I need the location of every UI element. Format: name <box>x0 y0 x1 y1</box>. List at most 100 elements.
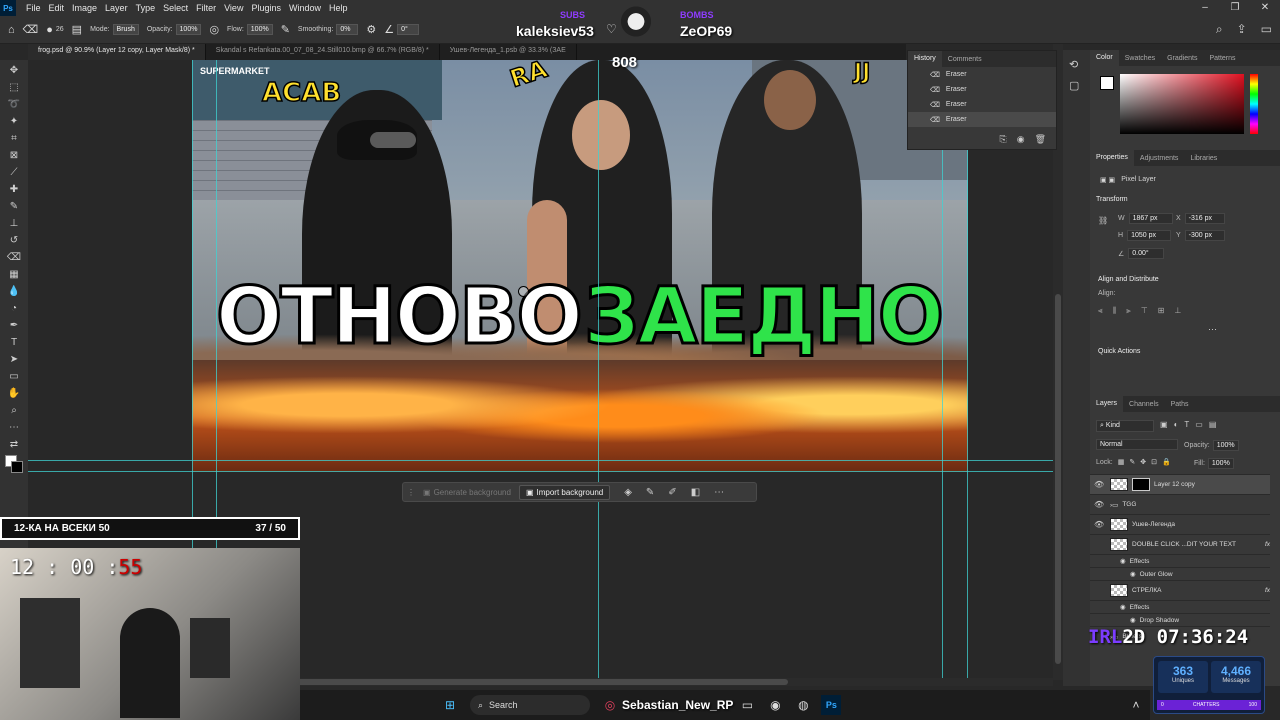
guide-vertical-4[interactable] <box>942 60 943 680</box>
eye-icon[interactable]: 👁 <box>1094 480 1106 489</box>
align-center-icon[interactable]: ⫼ <box>1113 306 1117 316</box>
menu-filter[interactable]: Filter <box>192 3 220 13</box>
snapshot-icon[interactable]: ◉ <box>1017 134 1025 145</box>
quick-select-icon[interactable]: ✦ <box>4 113 24 130</box>
new-document-from-state-icon[interactable]: ⎘ <box>1000 134 1007 145</box>
type-tool-icon[interactable]: T <box>4 334 24 351</box>
guide-vertical-3[interactable] <box>598 60 599 680</box>
effect-visibility-icon[interactable]: ◉ <box>1130 616 1136 624</box>
pressure-opacity-icon[interactable]: ◎ <box>209 23 219 36</box>
tab-skandal[interactable]: Skandal s Refankata.00_07_08_24.Still010… <box>206 44 440 60</box>
app-icon[interactable]: ◉ <box>765 695 785 715</box>
eye-icon[interactable]: 👁 <box>1094 500 1106 509</box>
menu-select[interactable]: Select <box>159 3 192 13</box>
brush-tool-icon[interactable]: ✎ <box>4 198 24 215</box>
zoom-tool-icon[interactable]: ⌕ <box>4 402 24 419</box>
gradient-tool-icon[interactable]: ▦ <box>4 266 24 283</box>
guide-vertical-5[interactable] <box>967 60 968 680</box>
shape-tool-icon[interactable]: ▭ <box>4 368 24 385</box>
tab-gradients[interactable]: Gradients <box>1161 55 1203 62</box>
tab-comments[interactable]: Comments <box>942 56 988 63</box>
smoothing-field[interactable]: 0% <box>336 24 359 35</box>
effect-visibility-icon[interactable]: ◉ <box>1130 570 1136 578</box>
align-middle-icon[interactable]: ⊞ <box>1158 306 1165 316</box>
trash-icon[interactable]: 🗑 <box>1035 134 1046 145</box>
start-icon[interactable]: ⊞ <box>440 695 460 715</box>
hue-slider[interactable] <box>1250 74 1258 134</box>
blend-mode-select[interactable]: Normal <box>1096 439 1178 450</box>
menu-edit[interactable]: Edit <box>45 3 69 13</box>
filter-smart-icon[interactable]: ▤ <box>1209 420 1217 429</box>
layer-effect-row[interactable]: ◉ Drop Shadow <box>1090 613 1270 626</box>
tab-color[interactable]: Color <box>1090 50 1119 66</box>
align-left-icon[interactable]: ⫷ <box>1098 306 1103 316</box>
more-options-icon[interactable]: ⋯ <box>714 487 724 498</box>
tab-swatches[interactable]: Swatches <box>1119 55 1161 62</box>
quick-actions-heading[interactable]: Quick Actions <box>1098 348 1140 355</box>
minimize-icon[interactable]: – <box>1190 0 1220 16</box>
eye-icon[interactable]: 👁 <box>1094 520 1106 529</box>
generate-background-button[interactable]: ▣ Generate background <box>415 488 519 497</box>
tab-properties[interactable]: Properties <box>1090 150 1134 166</box>
color-fg-swatch[interactable] <box>1100 76 1114 90</box>
lasso-tool-icon[interactable]: ➰ <box>4 96 24 113</box>
swap-colors-icon[interactable]: ⇄ <box>4 436 24 453</box>
fill-icon[interactable]: ◈ <box>624 487 632 498</box>
path-select-icon[interactable]: ➤ <box>4 351 24 368</box>
layer-mask-thumbnail[interactable] <box>1132 478 1150 491</box>
lock-paint-icon[interactable]: ✎ <box>1129 458 1135 466</box>
height-field[interactable]: 1050 px <box>1127 230 1172 241</box>
angle-field[interactable]: 0.00° <box>1128 248 1165 259</box>
tab-patterns[interactable]: Patterns <box>1203 55 1241 62</box>
lock-all-icon[interactable]: 🔒 <box>1162 458 1171 466</box>
frame-tool-icon[interactable]: ⊠ <box>4 147 24 164</box>
align-bottom-icon[interactable]: ⊥ <box>1174 306 1181 316</box>
y-field[interactable]: -300 px <box>1184 230 1225 241</box>
fx-icon[interactable]: fx <box>1265 541 1270 548</box>
tab-layers[interactable]: Layers <box>1090 396 1124 412</box>
fx-icon[interactable]: fx <box>1265 587 1270 594</box>
healing-brush-icon[interactable]: ✚ <box>4 181 24 198</box>
more-align-icon[interactable]: ⋯ <box>1208 324 1217 335</box>
menu-file[interactable]: File <box>22 3 45 13</box>
photoshop-taskbar-icon[interactable]: Ps <box>821 695 842 715</box>
layer-opacity-field[interactable]: 100% <box>1212 440 1239 451</box>
task-view-icon[interactable]: ▭ <box>737 695 757 715</box>
filter-shape-icon[interactable]: ▭ <box>1195 420 1203 429</box>
menu-window[interactable]: Window <box>285 3 325 13</box>
eraser-icon[interactable]: ⌫ <box>4 249 24 266</box>
history-row[interactable]: ⌫ Eraser <box>908 82 1056 97</box>
layer-effects-row[interactable]: ◉ Effects <box>1090 554 1270 567</box>
layer-row[interactable]: 👁 Layer 12 copy <box>1090 474 1270 494</box>
filter-type-icon[interactable]: T <box>1184 420 1189 429</box>
history-row[interactable]: ⌫ Eraser <box>908 97 1056 112</box>
search-icon[interactable]: ⌕ <box>1216 22 1223 37</box>
layer-row[interactable]: 👁 Ушев-Легенда <box>1090 514 1270 534</box>
layer-row[interactable]: СТРЕЛКА fx <box>1090 580 1270 600</box>
chrome-icon[interactable]: ◍ <box>793 695 813 715</box>
tab-adjustments[interactable]: Adjustments <box>1134 155 1185 162</box>
tab-libraries[interactable]: Libraries <box>1184 155 1223 162</box>
tab-frog[interactable]: frog.psd @ 90.9% (Layer 12 copy, Layer M… <box>28 44 206 60</box>
history-row[interactable]: ⌫ Eraser <box>908 67 1056 82</box>
filter-adjust-icon[interactable]: ◐ <box>1174 420 1179 429</box>
opacity-field[interactable]: 100% <box>175 24 202 35</box>
color-swatches[interactable] <box>3 453 25 475</box>
hand-tool-icon[interactable]: ✋ <box>4 385 24 402</box>
workspace-icon[interactable]: ▭ <box>1261 22 1272 37</box>
history-dock-icon[interactable]: ⟲ <box>1069 58 1084 71</box>
menu-type[interactable]: Type <box>132 3 160 13</box>
tab-ushev[interactable]: Ушев-Легенда_1.psb @ 33.3% (ЗАЕ <box>440 44 577 60</box>
lock-position-icon[interactable]: ✥ <box>1140 458 1146 466</box>
menu-help[interactable]: Help <box>325 3 352 13</box>
more-tools-icon[interactable]: ⋯ <box>4 419 24 436</box>
home-icon[interactable]: ⌂ <box>8 24 15 36</box>
width-field[interactable]: 1867 px <box>1128 213 1173 224</box>
history-row[interactable]: ⌫ Eraser <box>908 112 1056 127</box>
marquee-tool-icon[interactable]: ⬚ <box>4 79 24 96</box>
vertical-scroll-thumb[interactable] <box>1055 294 1061 664</box>
layer-row[interactable]: 👁 ›▭ TGG <box>1090 494 1270 514</box>
link-icon[interactable]: ⛓ <box>1098 216 1108 225</box>
history-brush-icon[interactable]: ↺ <box>4 232 24 249</box>
brush-settings-icon[interactable]: ▤ <box>72 23 82 36</box>
